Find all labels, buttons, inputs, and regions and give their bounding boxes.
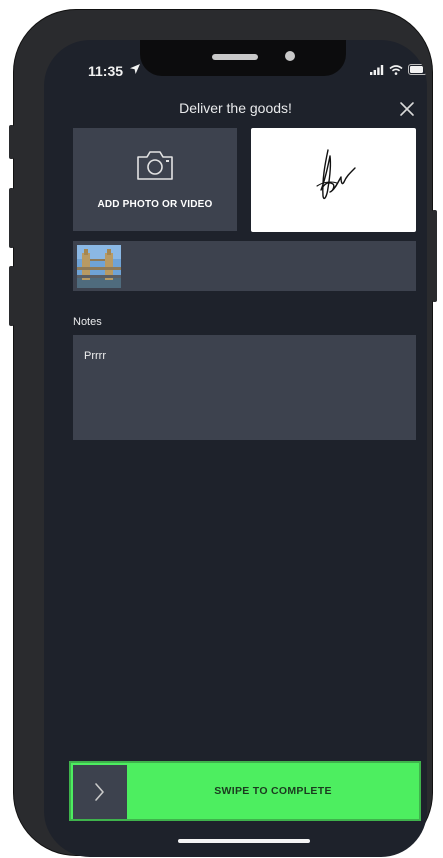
screen-title: Deliver the goods! [179,100,292,116]
signature-drawing [316,149,356,200]
mute-switch [9,125,14,159]
swipe-handle[interactable] [73,765,127,819]
photo-image [77,245,121,288]
notes-textarea[interactable]: Prrrr [73,335,416,440]
chevron-right-icon [95,783,104,801]
signal-icon [370,64,384,75]
location-arrow-icon [130,64,140,74]
power-button [432,210,437,302]
signature-pad[interactable] [251,128,416,232]
media-thumbnails [73,241,416,291]
add-photo-video-button[interactable]: ADD PHOTO OR VIDEO [73,128,237,231]
notes-label: Notes [73,316,102,328]
phone-frame: 11:35 Deliver the goods! ADD PHOTO OR VI… [9,10,437,857]
swipe-label: SWIPE TO COMPLETE [214,785,332,797]
front-camera [285,51,295,61]
notes-text: Prrrr [84,350,106,362]
notch [140,40,346,76]
add-photo-video-label: ADD PHOTO OR VIDEO [97,199,213,210]
app-screen: 11:35 Deliver the goods! ADD PHOTO OR VI… [44,40,427,857]
speaker-grille [212,54,258,60]
status-icons [370,64,427,75]
close-icon[interactable] [398,100,416,118]
status-time: 11:35 [88,63,124,79]
battery-icon [408,64,427,75]
volume-down-button [9,266,14,326]
wifi-icon [389,64,403,75]
photo-thumbnail[interactable] [77,245,121,288]
camera-icon [137,151,173,180]
volume-up-button [9,188,14,248]
home-indicator [178,839,310,843]
swipe-to-complete-slider[interactable]: SWIPE TO COMPLETE [69,761,421,821]
